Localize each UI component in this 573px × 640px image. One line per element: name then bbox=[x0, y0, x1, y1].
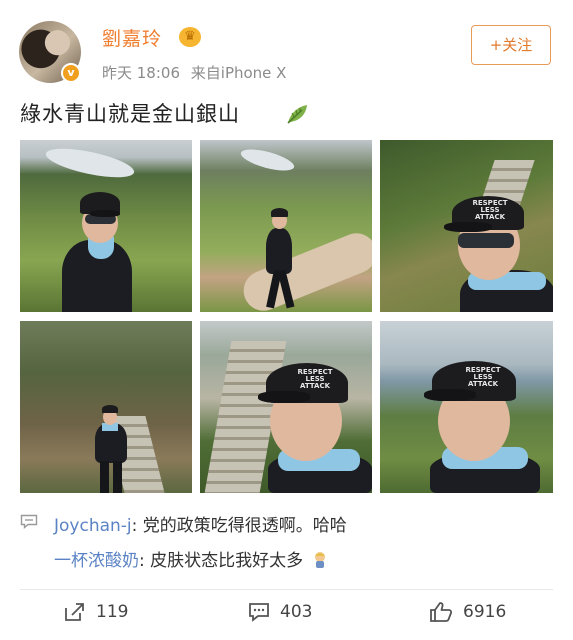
like-button[interactable]: 6916 bbox=[429, 598, 506, 626]
comment-text: 皮肤状态比我好太多 bbox=[150, 551, 304, 571]
cap-print: RESPECT LESS ATTACK bbox=[297, 368, 333, 390]
comment-bubble-icon bbox=[20, 514, 38, 529]
post-source[interactable]: 来自iPhone X bbox=[191, 64, 287, 82]
comment-button[interactable]: 403 bbox=[248, 598, 312, 626]
photo-6[interactable]: RESPECT LESS ATTACK bbox=[380, 321, 553, 493]
cap-print: RESPECT LESS ATTACK bbox=[472, 199, 508, 221]
photo-3[interactable]: RESPECT LESS ATTACK bbox=[380, 140, 553, 312]
comment-item: 一杯浓酸奶: 皮肤状态比我好太多 bbox=[54, 546, 328, 571]
comment-author[interactable]: 一杯浓酸奶 bbox=[54, 551, 139, 571]
comment-separator: : bbox=[131, 516, 143, 536]
comment-icon bbox=[249, 603, 269, 622]
repost-count: 119 bbox=[96, 602, 129, 622]
like-count: 6916 bbox=[463, 602, 507, 622]
comment-count: 403 bbox=[280, 602, 313, 622]
post-text: 綠水青山就是金山銀山 bbox=[20, 102, 240, 126]
photo-4[interactable] bbox=[20, 321, 192, 493]
photo-1[interactable] bbox=[20, 140, 192, 312]
photo-5[interactable]: RESPECT LESS ATTACK bbox=[200, 321, 372, 493]
comment-item: Joychan-j: 党的政策吃得很透啊。哈哈 bbox=[54, 511, 347, 536]
post-meta: 昨天 18:06 来自iPhone X bbox=[102, 62, 292, 83]
cap-print: RESPECT LESS ATTACK bbox=[465, 366, 501, 388]
emoji-icon bbox=[314, 552, 325, 568]
verified-badge-icon: v bbox=[61, 63, 81, 83]
comment-author[interactable]: Joychan-j bbox=[54, 516, 132, 536]
comment-separator: : bbox=[139, 551, 151, 571]
crown-icon[interactable]: ♛ bbox=[179, 27, 201, 47]
like-icon bbox=[430, 602, 453, 622]
post-time: 昨天 18:06 bbox=[102, 64, 180, 82]
photo-grid: RESPECT LESS ATTACK RESPECT LESS ATTACK bbox=[20, 140, 553, 494]
comment-text: 党的政策吃得很透啊。哈哈 bbox=[142, 516, 347, 536]
divider bbox=[20, 589, 553, 590]
repost-icon bbox=[65, 603, 84, 621]
photo-2[interactable] bbox=[200, 140, 372, 312]
repost-button[interactable]: 119 bbox=[64, 598, 128, 626]
username[interactable]: 劉嘉玲 bbox=[102, 24, 162, 51]
weibo-post: v 劉嘉玲 ♛ 昨天 18:06 来自iPhone X +关注 綠水青山就是金山… bbox=[0, 0, 573, 640]
follow-button[interactable]: +关注 bbox=[471, 25, 551, 65]
leaf-icon bbox=[287, 105, 307, 124]
